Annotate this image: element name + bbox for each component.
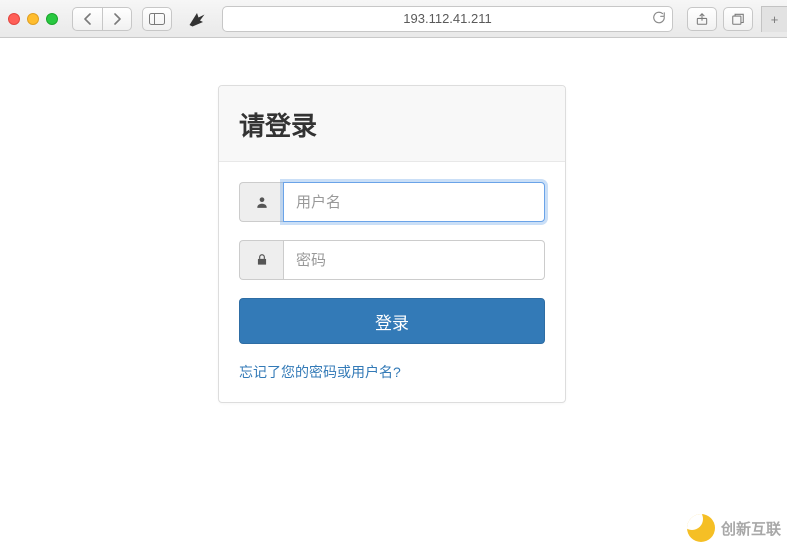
forgot-row: 忘记了您的密码或用户名? (239, 362, 545, 382)
login-heading: 请登录 (239, 106, 545, 143)
forgot-link[interactable]: 忘记了您的密码或用户名? (239, 364, 401, 380)
password-input[interactable] (283, 240, 545, 280)
share-button[interactable] (687, 7, 717, 31)
reload-icon[interactable] (652, 10, 666, 27)
watermark: 创新互联 (687, 514, 781, 542)
address-text: 193.112.41.211 (403, 11, 491, 26)
new-tab-button[interactable]: + (761, 6, 787, 32)
username-input[interactable] (283, 182, 545, 222)
minimize-window-button[interactable] (27, 13, 39, 25)
watermark-text: 创新互联 (721, 518, 781, 539)
login-card: 请登录 登录 忘记了您的密码或用户名? (218, 85, 566, 403)
close-window-button[interactable] (8, 13, 20, 25)
site-icon (186, 8, 208, 30)
password-row (239, 240, 545, 280)
forward-button[interactable] (102, 7, 132, 31)
login-card-header: 请登录 (219, 86, 565, 162)
user-icon (239, 182, 283, 222)
username-row (239, 182, 545, 222)
window-controls (8, 13, 58, 25)
page-viewport: 请登录 登录 忘记了您的密码或用户名? 创新互联 (0, 38, 787, 548)
browser-toolbar: 193.112.41.211 + (0, 0, 787, 38)
toolbar-right: + (687, 6, 779, 32)
login-card-body: 登录 忘记了您的密码或用户名? (219, 162, 565, 402)
nav-buttons (72, 7, 132, 31)
zoom-window-button[interactable] (46, 13, 58, 25)
sidebar-toggle-button[interactable] (142, 7, 172, 31)
watermark-logo-icon (687, 514, 715, 542)
tabs-button[interactable] (723, 7, 753, 31)
back-button[interactable] (72, 7, 102, 31)
lock-icon (239, 240, 283, 280)
address-bar[interactable]: 193.112.41.211 (222, 6, 673, 32)
login-button[interactable]: 登录 (239, 298, 545, 344)
